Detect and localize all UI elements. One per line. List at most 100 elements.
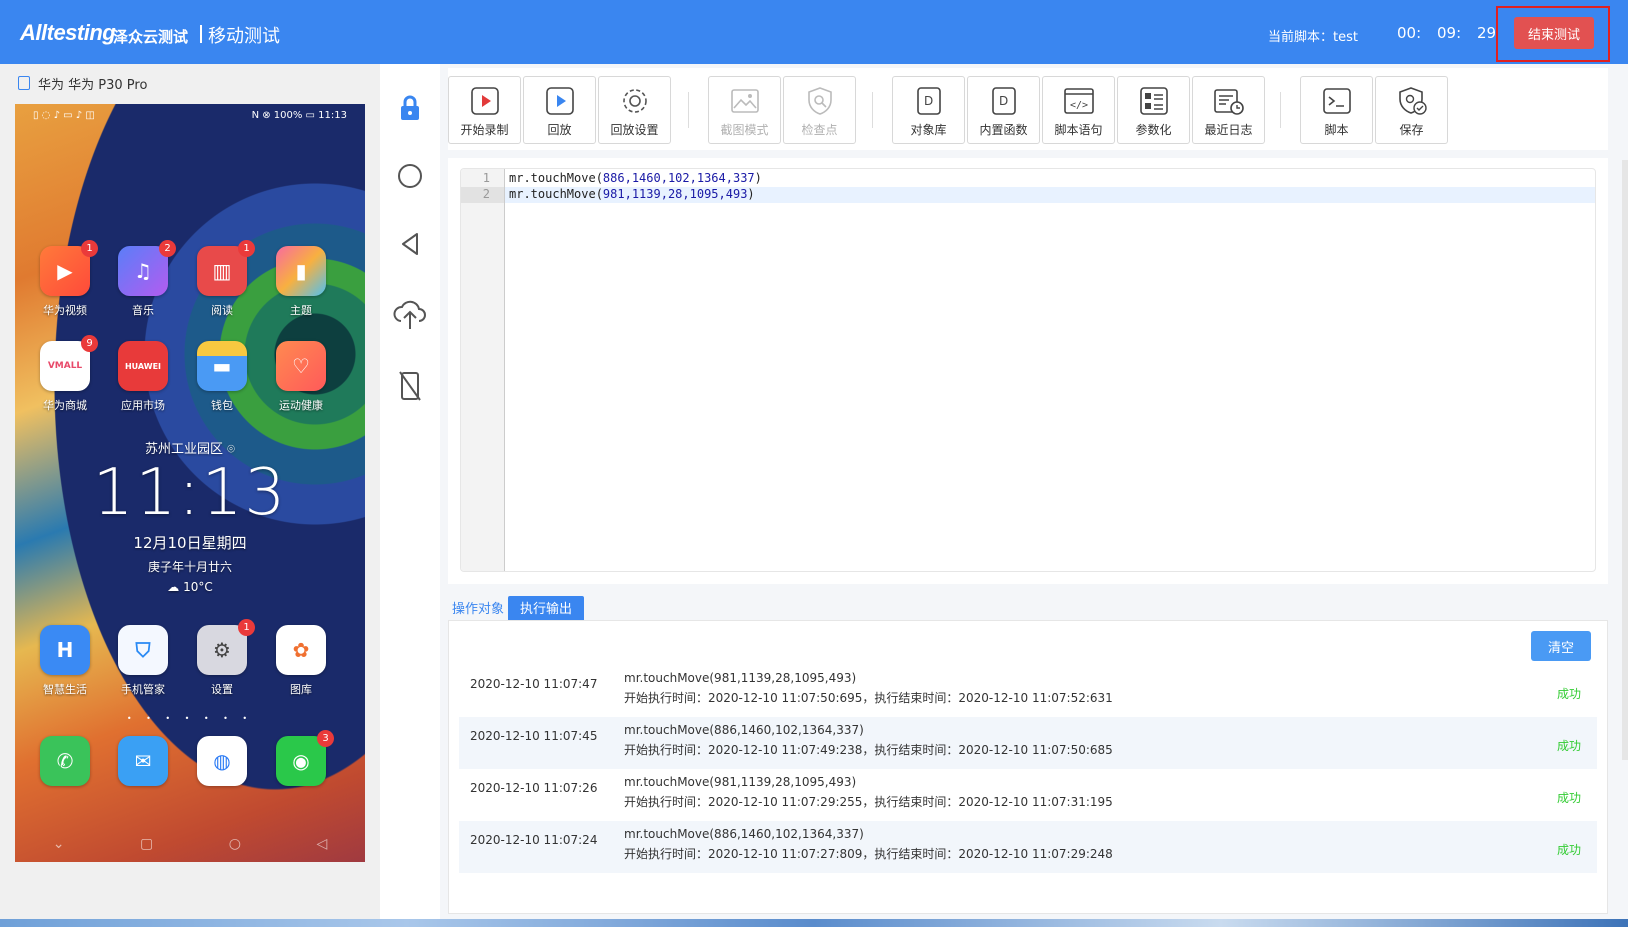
checkpoint-button[interactable]: 检查点: [783, 76, 856, 144]
status-right-info: N ⊗ 100% ▭ 11:13: [251, 110, 347, 121]
script-statement-button[interactable]: </> 脚本语句: [1042, 76, 1115, 144]
home-circle-icon[interactable]: [392, 158, 428, 194]
status-badge: 成功: [1556, 843, 1581, 857]
gear-icon: [619, 85, 651, 117]
lock-icon[interactable]: [392, 90, 428, 126]
app-smart-life[interactable]: H 智慧生活: [30, 625, 100, 697]
shield-search-icon: [804, 85, 836, 117]
playback-button[interactable]: 回放: [523, 76, 596, 144]
phone-status-bar: ▯ ◌ ♪ ▭ ♪ ◫ N ⊗ 100% ▭ 11:13: [33, 110, 347, 121]
lockscreen-date: 12月10日星期四: [133, 534, 247, 552]
device-screen[interactable]: ▯ ◌ ♪ ▭ ♪ ◫ N ⊗ 100% ▭ 11:13 ▶ 1 华为视频 ♫ 2 …: [15, 104, 365, 862]
start-record-button[interactable]: 开始录制: [448, 76, 521, 144]
code-icon: </>: [1063, 85, 1095, 117]
scrollbar[interactable]: [1622, 160, 1628, 760]
lockscreen-location: 苏州工业园区 ⌾: [145, 442, 235, 457]
app-themes[interactable]: ▮ 主题: [266, 246, 336, 318]
recent-apps-icon[interactable]: ▢: [140, 836, 153, 852]
settings-icon: ⚙ 1: [197, 619, 255, 675]
device-control-bar: [380, 64, 440, 919]
execution-output-panel: 清空 2020-12-10 11:07:47 mr.touchMove(981,…: [448, 620, 1608, 914]
app-badge: 1: [81, 240, 98, 257]
back-triangle-icon[interactable]: [392, 226, 428, 262]
upload-cloud-icon[interactable]: [392, 296, 428, 332]
back-icon[interactable]: ◁: [316, 836, 327, 852]
cloud-icon: ☁: [167, 580, 184, 594]
timer-seconds: 29: [1477, 24, 1497, 42]
app-vmall[interactable]: VMALL 9 华为商城: [30, 335, 100, 413]
app-gallery[interactable]: ✿ 图库: [266, 625, 336, 697]
app-label: 设置: [211, 683, 233, 696]
toolbar: 开始录制 回放 回放设置 截图模式 检查点 D 对象库 D 内置函数 </> 脚…: [448, 68, 1608, 150]
app-label: 主题: [290, 304, 312, 317]
app-reading[interactable]: ▥ 1 阅读: [187, 240, 257, 318]
object-library-button[interactable]: D 对象库: [892, 76, 965, 144]
app-label: 音乐: [132, 304, 154, 317]
disconnect-device-icon[interactable]: [392, 368, 428, 404]
script-button[interactable]: 脚本: [1300, 76, 1373, 144]
timer-minutes: 09:: [1437, 24, 1462, 42]
app-label: 手机管家: [121, 683, 165, 696]
page-indicator: • • • • • • •: [126, 714, 254, 723]
clear-button[interactable]: 清空: [1531, 631, 1591, 661]
code-editor[interactable]: 1 2 mr.touchMove(886,1460,102,1364,337) …: [460, 168, 1596, 572]
function-icon: D: [988, 85, 1020, 117]
record-icon: [469, 85, 501, 117]
app-wallet[interactable]: ▬ 钱包: [187, 341, 257, 413]
app-huawei-video[interactable]: ▶ 1 华为视频: [30, 240, 100, 318]
shield-check-icon: [1396, 85, 1428, 117]
lockscreen-clock: 11:13: [92, 456, 288, 530]
line-number-gutter: 1 2: [461, 169, 505, 571]
app-label: 图库: [290, 683, 312, 696]
message-icon: ✉: [118, 736, 168, 786]
save-button[interactable]: 保存: [1375, 76, 1448, 144]
dock-browser[interactable]: ◍: [187, 736, 257, 786]
playback-icon: [544, 85, 576, 117]
music-icon: ♫ 2: [118, 240, 176, 296]
lockscreen-lunar-date: 庚子年十月廿六: [147, 560, 232, 574]
table-row: 2020-12-10 11:07:24 mr.touchMove(886,146…: [459, 821, 1597, 873]
end-test-button[interactable]: 结束测试: [1514, 17, 1594, 49]
app-badge: 2: [159, 240, 176, 257]
status-badge: 成功: [1556, 687, 1581, 701]
dock-messages[interactable]: ✉: [108, 736, 178, 786]
shield-icon: ⛉: [118, 625, 168, 675]
app-badge: 1: [238, 240, 255, 257]
document-icon: D: [913, 85, 945, 117]
app-badge: 9: [81, 335, 98, 352]
app-appgallery[interactable]: HUAWEI 应用市场: [108, 341, 178, 413]
status-badge: 成功: [1556, 739, 1581, 753]
app-label: 华为视频: [43, 304, 87, 317]
app-music[interactable]: ♫ 2 音乐: [108, 240, 178, 318]
device-info: 华为 华为 P30 Pro: [0, 72, 147, 94]
recent-log-button[interactable]: 最近日志: [1192, 76, 1265, 144]
brush-icon: ▮: [276, 246, 326, 296]
dock-wechat[interactable]: ◉ 3: [266, 730, 336, 786]
code-line[interactable]: mr.touchMove(886,1460,102,1364,337): [505, 171, 1595, 187]
app-label: 钱包: [211, 399, 233, 412]
phone-device-icon: [18, 76, 30, 90]
app-phone-manager[interactable]: ⛉ 手机管家: [108, 625, 178, 697]
chevron-down-icon[interactable]: ⌄: [53, 836, 65, 852]
app-health[interactable]: ♡ 运动健康: [266, 341, 336, 413]
toolbar-divider: [872, 92, 873, 128]
home-icon[interactable]: ○: [229, 836, 241, 852]
screenshot-mode-button[interactable]: 截图模式: [708, 76, 781, 144]
huawei-icon: HUAWEI: [118, 341, 168, 391]
smart-life-icon: H: [40, 625, 90, 675]
dock-phone[interactable]: ✆: [30, 736, 100, 786]
app-settings[interactable]: ⚙ 1 设置: [187, 619, 257, 697]
line-number: 2: [461, 187, 504, 203]
app-label: 运动健康: [279, 399, 323, 412]
table-row: 2020-12-10 11:07:26 mr.touchMove(981,113…: [470, 775, 1581, 809]
code-lines[interactable]: mr.touchMove(886,1460,102,1364,337) mr.t…: [505, 169, 1595, 203]
builtin-functions-button[interactable]: D 内置函数: [967, 76, 1040, 144]
playback-settings-button[interactable]: 回放设置: [598, 76, 671, 144]
app-label: 华为商城: [43, 399, 87, 412]
code-line-active[interactable]: mr.touchMove(981,1139,28,1095,493): [505, 187, 1595, 203]
timer-hours: 00:: [1397, 24, 1422, 42]
svg-text:</>: </>: [1070, 100, 1088, 111]
app-badge: 1: [238, 619, 255, 636]
browser-icon: ◍: [197, 736, 247, 786]
parameterize-button[interactable]: 参数化: [1117, 76, 1190, 144]
